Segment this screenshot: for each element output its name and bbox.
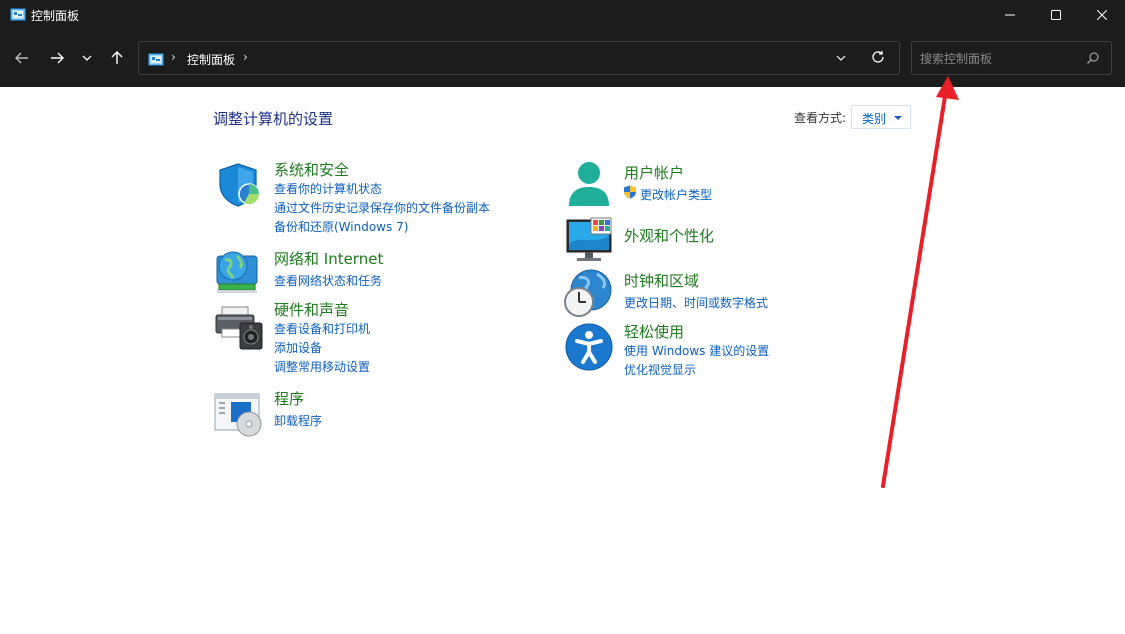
network-globe-icon [216,251,258,293]
link-network-status-tasks[interactable]: 查看网络状态和任务 [274,272,382,289]
programs-disc-icon [214,393,262,437]
breadcrumb-separator[interactable]: › [171,50,176,64]
link-optimize-visual-display[interactable]: 优化视觉显示 [624,361,696,378]
arrow-left-icon [15,52,28,64]
category-ease-of-access[interactable]: 轻松使用 [624,321,684,342]
accessibility-icon [565,323,613,371]
link-add-device[interactable]: 添加设备 [274,339,322,356]
category-system-security[interactable]: 系统和安全 [274,159,349,180]
forward-button[interactable] [44,44,70,72]
window-title: 控制面板 [31,9,80,23]
refresh-button[interactable] [871,50,885,67]
link-view-computer-status[interactable]: 查看你的计算机状态 [274,180,382,197]
chevron-down-icon [836,55,846,61]
category-hardware-sound[interactable]: 硬件和声音 [274,299,349,320]
page-heading: 调整计算机的设置 [213,110,334,128]
maximize-button[interactable] [1033,0,1079,30]
link-change-account-type[interactable]: 更改帐户类型 [640,186,712,203]
caret-down-icon [894,116,902,120]
category-programs[interactable]: 程序 [274,388,304,409]
up-button[interactable] [104,44,130,72]
link-devices-printers[interactable]: 查看设备和打印机 [274,320,370,337]
search-input[interactable] [920,50,1080,68]
search-box[interactable] [911,41,1112,75]
chevron-down-icon [82,55,92,61]
category-network-internet[interactable]: 网络和 Internet [274,248,383,269]
search-icon [1087,52,1099,64]
refresh-icon [872,51,884,63]
title-bar: 控制面板 [0,0,1125,30]
uac-shield-icon [624,185,636,199]
view-by-value: 类别 [862,112,887,126]
arrow-up-icon [111,51,123,64]
shield-icon [219,163,260,207]
close-button[interactable] [1079,0,1125,30]
printer-speaker-icon [215,306,263,350]
maximize-icon [1051,10,1061,20]
view-by-label: 查看方式: [794,111,847,125]
link-backup-restore[interactable]: 备份和还原(Windows 7) [274,218,408,235]
view-by-dropdown[interactable]: 类别 [851,105,911,129]
category-clock-region[interactable]: 时钟和区域 [624,270,699,291]
navigation-bar: › 控制面板 › [0,30,1125,87]
category-appearance-personalization[interactable]: 外观和个性化 [624,225,714,246]
control-panel-icon [10,8,26,21]
recent-locations-button[interactable] [76,44,98,72]
back-button[interactable] [9,44,35,72]
breadcrumb-separator[interactable]: › [243,50,248,64]
clock-globe-icon [564,269,612,317]
link-uninstall-program[interactable]: 卸载程序 [274,412,322,429]
address-dropdown-button[interactable] [836,51,846,68]
monitor-icon [566,217,612,261]
link-windows-recommended-settings[interactable]: 使用 Windows 建议的设置 [624,342,769,359]
link-file-history-backup[interactable]: 通过文件历史记录保存你的文件备份副本 [274,199,490,216]
close-icon [1097,10,1107,20]
minimize-button[interactable] [987,0,1033,30]
address-bar[interactable]: › 控制面板 › [138,41,900,75]
breadcrumb-control-panel[interactable]: 控制面板 [187,51,235,68]
link-mobility-settings[interactable]: 调整常用移动设置 [274,358,370,375]
minimize-icon [1005,14,1015,16]
link-change-date-time-format[interactable]: 更改日期、时间或数字格式 [624,294,768,311]
arrow-right-icon [51,52,64,64]
control-panel-icon [148,53,164,66]
category-user-accounts[interactable]: 用户帐户 [624,162,684,183]
user-icon [569,162,609,206]
search-button[interactable] [1086,51,1100,68]
